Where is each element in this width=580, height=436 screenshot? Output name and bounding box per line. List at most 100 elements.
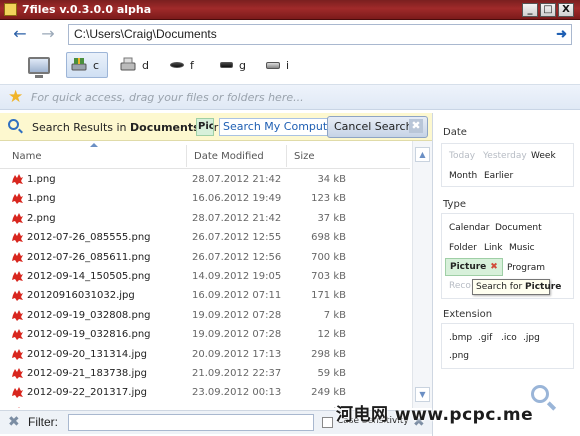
column-date[interactable]: Date Modified bbox=[194, 151, 264, 162]
file-list[interactable]: Name Date Modified Size 1.png 28.07.2012 … bbox=[0, 141, 410, 408]
filter-label: Filter: bbox=[28, 415, 58, 429]
maximize-button[interactable]: □ bbox=[540, 3, 556, 17]
drive-d-button[interactable]: d bbox=[116, 52, 153, 78]
drive-f-button[interactable]: f bbox=[166, 52, 198, 78]
drive-c-button[interactable]: c bbox=[66, 52, 108, 78]
remove-icon[interactable]: ✖ bbox=[490, 262, 498, 272]
go-arrow-icon[interactable]: ➜ bbox=[556, 26, 567, 42]
ext-chip-jpg[interactable]: .jpg bbox=[523, 333, 540, 343]
case-sensitivity-checkbox[interactable] bbox=[322, 417, 333, 428]
file-date: 23.09.2012 00:54 bbox=[192, 407, 281, 408]
type-chip-calendar[interactable]: Calendar bbox=[449, 223, 489, 233]
file-name: 20120916031032.jpg bbox=[27, 290, 135, 302]
table-row[interactable]: 2012-09-21_183738.jpg 21.09.2012 22:37 59 … bbox=[0, 364, 410, 383]
table-row[interactable]: 20120916031032.jpg 16.09.2012 07:11 171 kB bbox=[0, 286, 410, 305]
file-date: 21.09.2012 22:37 bbox=[192, 368, 282, 379]
table-row[interactable]: 2012-09-19_032816.png 19.09.2012 07:28 12 … bbox=[0, 325, 410, 344]
filter-input[interactable] bbox=[68, 414, 314, 431]
type-chip-music[interactable]: Music bbox=[509, 243, 535, 253]
computer-button[interactable] bbox=[24, 52, 54, 78]
close-button[interactable]: X bbox=[558, 3, 574, 17]
image-file-icon bbox=[12, 348, 23, 360]
column-divider[interactable] bbox=[186, 145, 187, 167]
type-chip-program[interactable]: Program bbox=[507, 263, 545, 273]
drive-i-label: i bbox=[286, 58, 290, 72]
file-size: 700 kB bbox=[311, 251, 346, 263]
drive-g-icon bbox=[220, 62, 233, 68]
file-size: 7 kB bbox=[323, 309, 346, 321]
tooltip-prefix: Search for bbox=[476, 282, 526, 292]
file-date: 28.07.2012 21:42 bbox=[192, 174, 282, 185]
type-header: Type bbox=[443, 199, 466, 210]
column-name[interactable]: Name bbox=[12, 151, 42, 162]
table-row[interactable]: 2012-09-14_150505.png 14.09.2012 19:05 703… bbox=[0, 267, 410, 286]
file-name: 2012-09-20_131314.jpg bbox=[27, 348, 147, 360]
table-row[interactable]: 2012-09-19_032808.png 19.09.2012 07:28 7 k… bbox=[0, 306, 410, 325]
file-size: 703 kB bbox=[311, 271, 346, 282]
date-chip-today[interactable]: Today bbox=[449, 151, 475, 161]
image-file-icon bbox=[12, 290, 23, 302]
close-icon: ✖ bbox=[409, 119, 423, 133]
image-file-icon bbox=[12, 329, 23, 341]
extension-filter-box: .bmp .gif .ico .jpg .png bbox=[441, 323, 574, 369]
extension-header: Extension bbox=[443, 309, 493, 320]
drive-i-button[interactable]: i bbox=[262, 52, 293, 78]
date-filter-box: Today Yesterday Week Month Earlier bbox=[441, 143, 574, 187]
column-header: Name Date Modified Size bbox=[0, 141, 410, 169]
file-date: 16.09.2012 07:11 bbox=[192, 290, 282, 302]
table-row[interactable]: 2012-07-26_085611.png 26.07.2012 12:56 700… bbox=[0, 248, 410, 267]
drive-g-button[interactable]: g bbox=[216, 52, 250, 78]
table-row[interactable]: 1.png 16.06.2012 19:49 123 kB bbox=[0, 189, 410, 208]
type-chip-folder[interactable]: Folder bbox=[449, 243, 477, 253]
ext-chip-png[interactable]: .png bbox=[449, 351, 469, 361]
minimize-button[interactable]: _ bbox=[522, 3, 538, 17]
back-arrow-icon[interactable]: ← bbox=[10, 26, 30, 44]
address-bar[interactable]: C:\Users\Craig\Documents ➜ bbox=[68, 24, 572, 45]
scroll-up-icon[interactable]: ▲ bbox=[415, 147, 430, 162]
drive-g-label: g bbox=[239, 58, 246, 72]
file-date: 14.09.2012 19:05 bbox=[192, 271, 282, 282]
file-date: 23.09.2012 00:13 bbox=[192, 387, 282, 399]
drive-d-label: d bbox=[142, 58, 149, 72]
file-size: 34 kB bbox=[317, 174, 346, 185]
ext-chip-gif[interactable]: .gif bbox=[478, 333, 492, 343]
tooltip: Search for Picture bbox=[472, 279, 561, 295]
search-icon[interactable] bbox=[531, 385, 549, 403]
drive-c-icon bbox=[71, 57, 87, 74]
watermark: 河电网 www.pcpc.me bbox=[336, 405, 534, 425]
drive-bar: c d f g i bbox=[0, 50, 580, 82]
ext-chip-bmp[interactable]: .bmp bbox=[449, 333, 472, 343]
column-size[interactable]: Size bbox=[294, 151, 315, 162]
table-row[interactable]: 2.png 28.07.2012 21:42 37 kB bbox=[0, 209, 410, 228]
file-name: 2012-09-22_201317.jpg bbox=[27, 387, 147, 399]
date-chip-earlier[interactable]: Earlier bbox=[484, 171, 513, 181]
clear-filter-icon[interactable]: ✖ bbox=[8, 415, 20, 429]
search-query-chip[interactable]: Pic bbox=[196, 118, 214, 136]
type-chip-recorded[interactable]: Reco bbox=[449, 281, 471, 291]
title-bar[interactable]: 7files v.0.3.0.0 alpha _ □ X bbox=[0, 0, 580, 20]
ext-chip-ico[interactable]: .ico bbox=[501, 333, 517, 343]
computer-icon bbox=[28, 56, 50, 78]
window-title: 7files v.0.3.0.0 alpha bbox=[22, 3, 152, 16]
star-icon: ★ bbox=[8, 87, 24, 107]
table-row[interactable]: 2012-07-26_085555.png 26.07.2012 12:55 698… bbox=[0, 228, 410, 247]
table-row[interactable]: 1.png 28.07.2012 21:42 34 kB bbox=[0, 170, 410, 189]
file-date: 19.09.2012 07:28 bbox=[192, 329, 282, 341]
search-results-bar: Search Results in Documents for Pic Sear… bbox=[0, 113, 432, 141]
type-chip-picture[interactable]: Picture ✖ bbox=[445, 258, 503, 276]
forward-arrow-icon[interactable]: → bbox=[38, 26, 58, 44]
cancel-search-label: Cancel Search bbox=[334, 120, 413, 133]
column-divider[interactable] bbox=[286, 145, 287, 167]
quick-access-bar[interactable]: ★ For quick access, drag your files or f… bbox=[0, 84, 580, 110]
cancel-search-button[interactable]: Cancel Search ✖ bbox=[327, 116, 428, 138]
vertical-scrollbar[interactable]: ▲ ▼ bbox=[412, 141, 432, 408]
search-location: Documents bbox=[130, 121, 200, 134]
type-chip-link[interactable]: Link bbox=[484, 243, 502, 253]
date-chip-month[interactable]: Month bbox=[449, 171, 477, 181]
address-row: ← → C:\Users\Craig\Documents ➜ bbox=[0, 20, 580, 50]
type-chip-document[interactable]: Document bbox=[495, 223, 542, 233]
date-chip-week[interactable]: Week bbox=[531, 151, 556, 161]
table-row[interactable]: 2012-09-20_131314.jpg 20.09.2012 17:13 298… bbox=[0, 345, 410, 364]
date-chip-yesterday[interactable]: Yesterday bbox=[483, 151, 527, 161]
search-my-computer-link[interactable]: Search My Computer bbox=[219, 118, 343, 136]
